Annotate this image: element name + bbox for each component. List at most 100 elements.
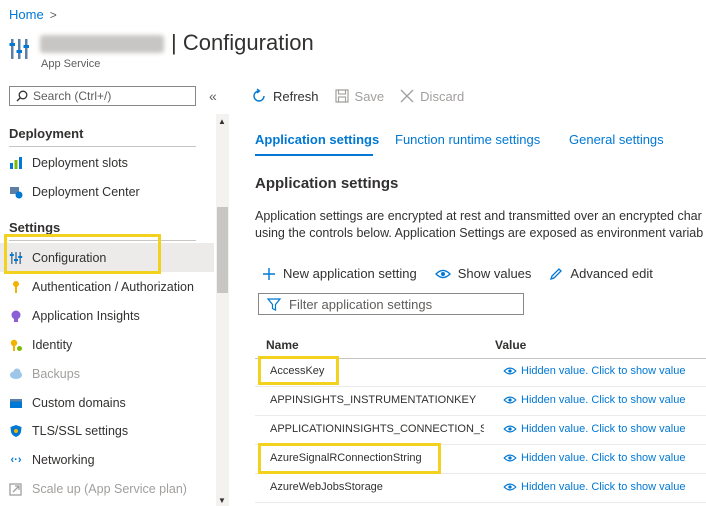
description-line: using the controls below. Application Se… (255, 226, 704, 240)
settings-actions: New application setting Show values Adva… (262, 266, 653, 281)
shield-icon (9, 424, 23, 438)
networking-icon: ‹·› (10, 453, 22, 466)
sidebar-scrollbar-thumb[interactable] (217, 207, 228, 293)
table-row[interactable]: APPINSIGHTS_INSTRUMENTATIONKEY Hidden va… (255, 387, 706, 416)
sidebar-item-label: Scale up (App Service plan) (32, 481, 187, 496)
sidebar-search-placeholder: Search (Ctrl+/) (33, 89, 112, 103)
deployment-slots-icon (9, 156, 23, 170)
configuration-sliders-icon (9, 39, 29, 59)
setting-name[interactable]: APPINSIGHTS_INSTRUMENTATIONKEY (270, 394, 484, 406)
discard-button[interactable]: Discard (400, 89, 464, 104)
close-icon (400, 89, 414, 103)
column-header-name[interactable]: Name (266, 338, 299, 352)
show-values-button[interactable]: Show values (434, 266, 532, 281)
table-row[interactable]: APPLICATIONINSIGHTS_CONNECTION_STRIN Hid… (255, 416, 706, 445)
hidden-value-text: Hidden value. Click to show value (521, 394, 686, 406)
pencil-icon (550, 267, 563, 280)
sidebar-item-label: Networking (32, 452, 95, 467)
sidebar-item-tls-ssl[interactable]: TLS/SSL settings (0, 416, 214, 445)
sidebar-item-label: Backups (32, 366, 80, 381)
highlight-box-configuration (4, 234, 161, 274)
plus-icon (263, 267, 275, 280)
sidebar-item-label: Deployment slots (32, 155, 128, 170)
sidebar-search-input[interactable]: Search (Ctrl+/) (9, 86, 196, 106)
scroll-up-arrow-icon[interactable]: ▲ (218, 117, 226, 126)
advanced-edit-label: Advanced edit (570, 266, 653, 281)
setting-value-link[interactable]: Hidden value. Click to show value (503, 481, 685, 493)
app-insights-icon (9, 309, 23, 323)
collapse-sidebar-button[interactable]: « (209, 88, 217, 104)
tab-general-settings[interactable]: General settings (569, 132, 664, 147)
sidebar-item-label: Custom domains (32, 395, 126, 410)
save-icon (334, 89, 349, 103)
page-title: | Configuration (171, 30, 314, 55)
hidden-value-text: Hidden value. Click to show value (521, 452, 686, 464)
refresh-icon (253, 88, 265, 102)
eye-icon (503, 425, 517, 433)
advanced-edit-button[interactable]: Advanced edit (549, 266, 653, 281)
eye-icon (503, 367, 517, 375)
identity-icon (9, 338, 23, 352)
app-name-redacted (40, 35, 164, 53)
refresh-button[interactable]: Refresh (251, 88, 319, 104)
filter-icon (267, 297, 281, 311)
search-icon (16, 90, 28, 102)
show-values-label: Show values (457, 266, 532, 281)
tab-function-runtime-settings[interactable]: Function runtime settings (395, 132, 540, 147)
sidebar-item-deployment-slots[interactable]: Deployment slots (0, 148, 214, 177)
save-label: Save (354, 88, 385, 104)
sidebar-item-application-insights[interactable]: Application Insights (0, 301, 214, 330)
eye-icon (434, 269, 451, 278)
setting-name[interactable]: AzureWebJobsStorage (270, 481, 484, 493)
sidebar-item-networking[interactable]: ‹·› Networking (0, 445, 214, 474)
sidebar-item-label: TLS/SSL settings (32, 423, 129, 438)
column-header-value[interactable]: Value (495, 338, 526, 352)
hidden-value-text: Hidden value. Click to show value (521, 365, 686, 377)
setting-value-link[interactable]: Hidden value. Click to show value (503, 423, 685, 435)
key-icon (9, 280, 23, 294)
section-heading: Application settings (255, 175, 399, 192)
sidebar-item-label: Application Insights (32, 308, 140, 323)
hidden-value-text: Hidden value. Click to show value (521, 481, 686, 493)
active-tab-indicator (255, 154, 373, 156)
save-button[interactable]: Save (334, 88, 385, 104)
cloud-backup-icon (9, 367, 23, 381)
hidden-value-text: Hidden value. Click to show value (521, 423, 686, 435)
sidebar-section-settings: Settings (9, 220, 61, 235)
sidebar-item-custom-domains[interactable]: Custom domains (0, 388, 214, 417)
setting-value-link[interactable]: Hidden value. Click to show value (503, 365, 685, 377)
scale-up-icon (9, 482, 23, 496)
setting-name[interactable]: APPLICATIONINSIGHTS_CONNECTION_STRIN (270, 423, 484, 435)
scroll-down-arrow-icon[interactable]: ▼ (218, 496, 226, 505)
sidebar-divider (9, 146, 196, 147)
command-bar: Refresh Save Discard (251, 88, 464, 104)
eye-icon (503, 483, 517, 491)
table-row[interactable]: AzureWebJobsStorage Hidden value. Click … (255, 474, 706, 503)
page-subtitle: App Service (41, 58, 101, 70)
eye-icon (503, 454, 517, 462)
discard-label: Discard (420, 88, 465, 104)
setting-value-link[interactable]: Hidden value. Click to show value (503, 394, 685, 406)
deployment-center-icon (9, 185, 23, 199)
sidebar-item-label: Deployment Center (32, 184, 140, 199)
sidebar-item-backups[interactable]: Backups (0, 359, 214, 388)
sidebar-section-deployment: Deployment (9, 126, 84, 141)
tab-application-settings[interactable]: Application settings (255, 132, 379, 147)
sidebar-item-scale-up[interactable]: Scale up (App Service plan) (0, 474, 214, 503)
sidebar-item-identity[interactable]: Identity (0, 330, 214, 359)
custom-domains-icon (9, 396, 23, 410)
setting-value-link[interactable]: Hidden value. Click to show value (503, 452, 685, 464)
breadcrumb-home-link[interactable]: Home (9, 7, 44, 22)
eye-icon (503, 396, 517, 404)
highlight-box-accesskey (258, 356, 339, 385)
filter-settings-input[interactable]: Filter application settings (258, 293, 524, 315)
sidebar-item-authentication[interactable]: Authentication / Authorization (0, 272, 214, 301)
breadcrumb-separator: > (49, 7, 57, 22)
highlight-box-signalr (258, 443, 441, 474)
sidebar-scrollbar[interactable] (216, 114, 229, 506)
new-application-setting-button[interactable]: New application setting (262, 266, 417, 281)
sidebar-item-deployment-center[interactable]: Deployment Center (0, 177, 214, 206)
sidebar-item-label: Authentication / Authorization (32, 279, 194, 294)
refresh-label: Refresh (273, 88, 319, 104)
description-line: Application settings are encrypted at re… (255, 209, 702, 223)
